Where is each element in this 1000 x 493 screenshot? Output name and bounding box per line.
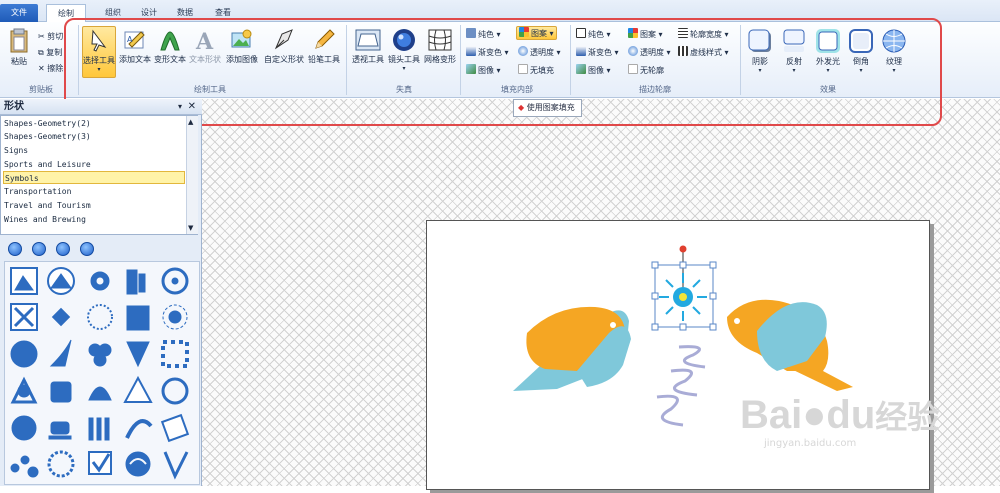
shape-thumbnail[interactable] xyxy=(161,377,189,405)
watermark-url: jingyan.baidu.com xyxy=(764,438,857,449)
paw-icon: ● xyxy=(802,393,827,437)
bird-drawing xyxy=(513,245,853,427)
shapes-panel-header: 形状 ▾ ✕ xyxy=(0,99,202,115)
shape-thumbnail[interactable] xyxy=(48,421,72,440)
shape-thumbnail[interactable] xyxy=(123,375,153,403)
shape-gallery xyxy=(4,261,200,485)
shape-thumbnail[interactable] xyxy=(160,413,190,443)
shape-thumbnail[interactable] xyxy=(126,269,146,295)
copy-label: 复制 xyxy=(46,48,63,57)
dropdown-arrow-icon[interactable]: ▾ xyxy=(178,99,182,115)
category-list: Shapes-Geometry(2) Shapes-Geometry(3) Si… xyxy=(0,115,198,235)
list-item[interactable]: Signs xyxy=(3,144,185,157)
paste-button[interactable]: 粘贴 xyxy=(4,26,34,78)
erase-label: 擦除 xyxy=(47,64,64,73)
clipboard-icon xyxy=(10,28,28,53)
shape-thumbnail[interactable] xyxy=(125,451,151,477)
cut-button[interactable]: ✂ 剪切 xyxy=(38,30,63,44)
scissors-icon: ✂ xyxy=(38,32,45,41)
shape-thumbnail[interactable] xyxy=(51,307,71,327)
list-item-selected[interactable]: Symbols xyxy=(3,171,185,184)
selected-sun-shape[interactable] xyxy=(651,245,717,331)
shape-thumbnail[interactable] xyxy=(47,267,75,295)
shape-thumbnail[interactable] xyxy=(47,450,75,478)
category-scrollbar[interactable]: ▲ ▼ xyxy=(186,116,198,234)
shape-thumbnail[interactable] xyxy=(88,417,110,441)
list-item[interactable]: Sports and Leisure xyxy=(3,158,185,171)
list-item[interactable]: Shapes-Geometry(2) xyxy=(3,117,185,130)
list-item[interactable]: Shapes-Geometry(3) xyxy=(3,130,185,143)
wave-ribbon-shape[interactable] xyxy=(656,345,706,427)
symbol-shapes xyxy=(10,267,190,480)
clipboard-group-label: 剪贴板 xyxy=(29,85,53,94)
shape-thumbnail[interactable] xyxy=(162,304,188,330)
last-page-button[interactable] xyxy=(80,242,94,256)
list-item[interactable]: Transportation xyxy=(3,185,185,198)
shape-thumbnail[interactable] xyxy=(10,376,38,404)
shape-thumbnail[interactable] xyxy=(87,304,113,330)
left-bird-shape[interactable] xyxy=(513,306,631,391)
watermark-du: du xyxy=(826,393,876,437)
watermark-brand: Bai xyxy=(740,393,803,437)
shape-thumbnail[interactable] xyxy=(88,343,112,367)
tab-file[interactable]: 文件 xyxy=(0,4,38,22)
scroll-down-icon[interactable]: ▼ xyxy=(188,224,193,232)
next-page-button[interactable] xyxy=(56,242,70,256)
shape-thumbnail[interactable] xyxy=(88,386,112,401)
watermark-cn: 经验 xyxy=(875,399,940,435)
close-icon[interactable]: ✕ xyxy=(188,99,196,115)
paste-label: 粘贴 xyxy=(11,57,27,66)
shape-thumbnail[interactable] xyxy=(49,339,72,367)
shape-thumbnail[interactable] xyxy=(10,340,38,368)
shape-thumbnail[interactable] xyxy=(161,267,189,295)
shape-thumbnail[interactable] xyxy=(161,340,189,368)
cut-label: 剪切 xyxy=(47,32,64,41)
shape-thumbnail[interactable] xyxy=(10,303,38,331)
shape-thumbnail[interactable] xyxy=(10,267,38,295)
scroll-up-icon[interactable]: ▲ xyxy=(188,118,193,126)
shape-thumbnail[interactable] xyxy=(10,455,39,478)
shape-thumbnail[interactable] xyxy=(126,305,150,331)
shapes-panel-title: 形状 xyxy=(4,101,24,112)
shape-thumbnail[interactable] xyxy=(90,271,110,291)
shape-thumbnail[interactable] xyxy=(11,415,37,441)
drawing-page[interactable] xyxy=(426,220,930,490)
shape-thumbnail[interactable] xyxy=(125,419,153,439)
shape-thumbnail[interactable] xyxy=(50,381,72,403)
shapes-panel: 形状 ▾ ✕ Shapes-Geometry(2) Shapes-Geometr… xyxy=(0,99,202,486)
shape-thumbnail[interactable] xyxy=(126,341,150,368)
previous-page-button[interactable] xyxy=(32,242,46,256)
shape-thumbnail[interactable] xyxy=(163,451,189,480)
first-page-button[interactable] xyxy=(8,242,22,256)
list-item[interactable]: Travel and Tourism xyxy=(3,199,185,212)
erase-button[interactable]: ✕ 擦除 xyxy=(38,62,63,76)
copy-button[interactable]: ⧉ 复制 xyxy=(38,46,62,60)
list-item[interactable]: Wines and Brewing xyxy=(3,213,185,226)
shape-thumbnail[interactable] xyxy=(88,451,112,475)
right-bird-shape[interactable] xyxy=(727,299,853,391)
copy-icon: ⧉ xyxy=(38,48,44,57)
close-x-icon: ✕ xyxy=(38,64,45,73)
